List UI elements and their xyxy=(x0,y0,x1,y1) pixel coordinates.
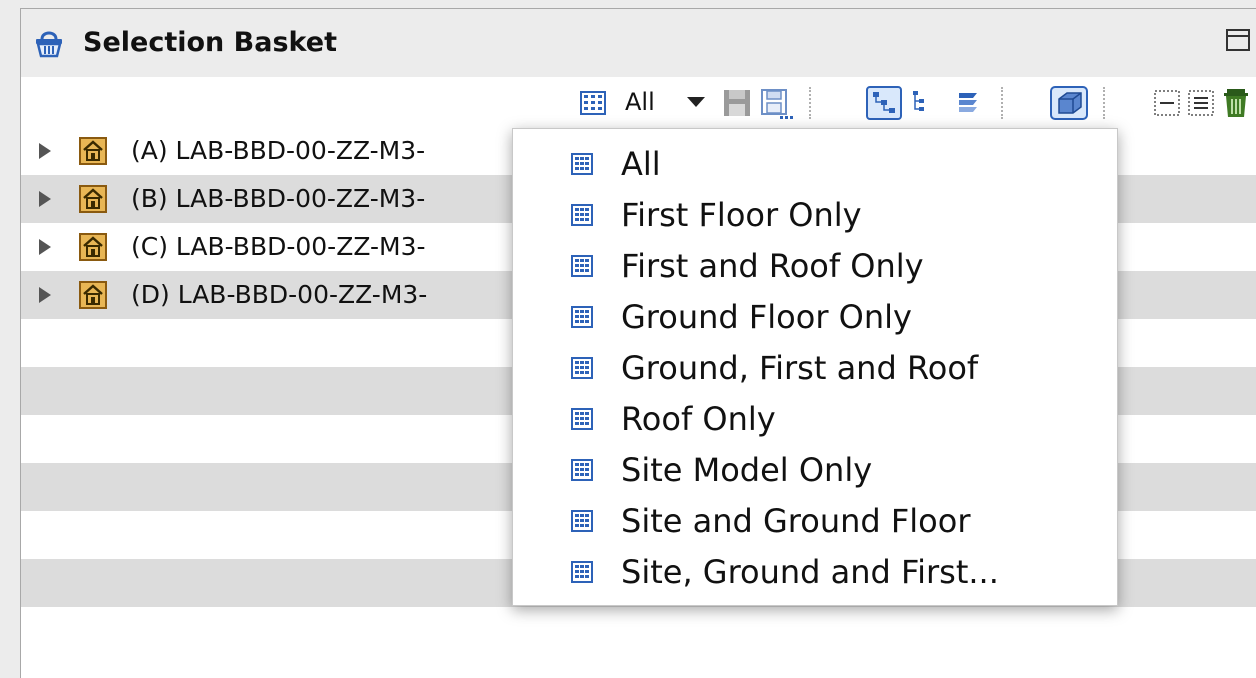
trash-icon[interactable] xyxy=(1219,85,1253,121)
3d-box-icon[interactable] xyxy=(1049,85,1089,121)
grid-icon xyxy=(571,204,593,226)
menu-item-label: First and Roof Only xyxy=(621,247,924,285)
menu-item-roof-only[interactable]: Roof Only xyxy=(513,394,1117,445)
expand-triangle-icon[interactable] xyxy=(39,287,51,303)
filter-dropdown-label[interactable]: All xyxy=(625,87,655,117)
menu-item-label: Ground, First and Roof xyxy=(621,349,979,387)
row-label: (A) LAB-BBD-00-ZZ-M3- xyxy=(131,136,426,165)
grid-icon xyxy=(571,510,593,532)
save-as-icon[interactable] xyxy=(757,85,797,121)
menu-item-label: Ground Floor Only xyxy=(621,298,912,336)
grid-icon xyxy=(571,357,593,379)
flat-list-icon[interactable] xyxy=(905,85,935,121)
menu-item-ground-first-and-roof[interactable]: Ground, First and Roof xyxy=(513,343,1117,394)
toolbar-separator xyxy=(1001,87,1003,119)
grid-icon xyxy=(571,153,593,175)
menu-item-label: First Floor Only xyxy=(621,196,862,234)
panel-titlebar: Selection Basket xyxy=(21,9,1256,77)
expand-icon[interactable] xyxy=(1185,85,1217,121)
expand-triangle-icon[interactable] xyxy=(39,239,51,255)
building-icon xyxy=(79,233,107,261)
toolbar-separator xyxy=(809,87,811,119)
menu-item-first-floor-only[interactable]: First Floor Only xyxy=(513,190,1117,241)
grid-icon xyxy=(580,91,606,115)
menu-item-label: Site Model Only xyxy=(621,451,873,489)
layers-icon[interactable] xyxy=(953,85,987,121)
row-label: (D) LAB-BBD-00-ZZ-M3- xyxy=(131,280,428,309)
menu-item-site-model-only[interactable]: Site Model Only xyxy=(513,445,1117,496)
filter-dropdown-menu: All First Floor Only First and Roof Only… xyxy=(512,128,1118,606)
grid-icon xyxy=(571,408,593,430)
grid-icon xyxy=(571,459,593,481)
menu-item-ground-floor-only[interactable]: Ground Floor Only xyxy=(513,292,1117,343)
menu-item-label: All xyxy=(621,145,661,183)
basket-icon xyxy=(36,31,62,58)
caret-down-icon[interactable] xyxy=(687,97,705,107)
expand-triangle-icon[interactable] xyxy=(39,191,51,207)
menu-item-site-ground-and-first[interactable]: Site, Ground and First... xyxy=(513,547,1117,598)
collapse-icon[interactable] xyxy=(1151,85,1183,121)
building-icon xyxy=(79,137,107,165)
save-icon[interactable] xyxy=(719,85,755,121)
panel-title: Selection Basket xyxy=(83,27,337,58)
expand-triangle-icon[interactable] xyxy=(39,143,51,159)
tree-view-icon[interactable] xyxy=(865,85,903,121)
row-label: (C) LAB-BBD-00-ZZ-M3- xyxy=(131,232,426,261)
building-icon xyxy=(79,185,107,213)
toolbar-separator xyxy=(1103,87,1105,119)
menu-item-label: Site, Ground and First... xyxy=(621,553,999,591)
menu-item-site-and-ground-floor[interactable]: Site and Ground Floor xyxy=(513,496,1117,547)
toolbar: All xyxy=(569,79,1256,127)
menu-item-label: Roof Only xyxy=(621,400,776,438)
building-icon xyxy=(79,281,107,309)
maximize-icon[interactable] xyxy=(1226,29,1250,51)
row-label: (B) LAB-BBD-00-ZZ-M3- xyxy=(131,184,426,213)
grid-icon xyxy=(571,306,593,328)
grid-icon xyxy=(571,255,593,277)
menu-item-all[interactable]: All xyxy=(513,139,1117,190)
menu-item-first-and-roof-only[interactable]: First and Roof Only xyxy=(513,241,1117,292)
grid-icon xyxy=(571,561,593,583)
menu-item-label: Site and Ground Floor xyxy=(621,502,971,540)
